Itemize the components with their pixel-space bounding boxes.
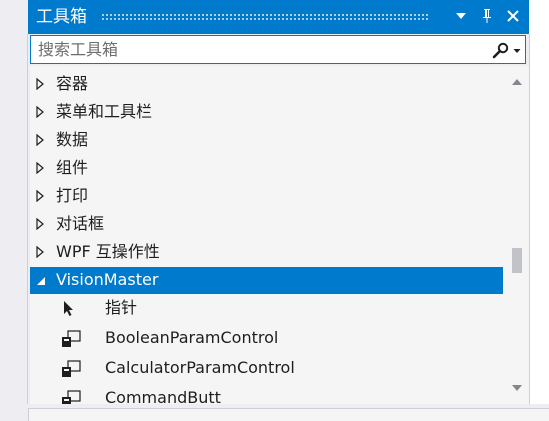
category-label: 数据 [56, 130, 89, 149]
drag-grip[interactable] [101, 13, 429, 20]
expand-arrow-icon [36, 218, 44, 230]
category-label: 组件 [56, 158, 89, 177]
control-icon [62, 390, 81, 404]
expand-arrow-icon [36, 246, 44, 258]
item-label: CalculatorParamControl [105, 358, 295, 377]
expand-arrow-icon [36, 78, 44, 90]
category-dialogs[interactable]: 对话框 [30, 211, 503, 238]
toolbox-item-booleanparamcontrol[interactable]: BooleanParamControl [30, 325, 503, 352]
vertical-scrollbar[interactable] [508, 66, 529, 404]
item-label: CommandButt [105, 388, 221, 404]
expand-arrow-icon [36, 162, 44, 174]
window-position-button[interactable] [450, 5, 472, 27]
search-button[interactable] [491, 42, 521, 60]
expand-arrow-icon [36, 134, 44, 146]
category-label: 对话框 [56, 214, 105, 233]
control-icon [62, 360, 81, 377]
divider [27, 34, 28, 404]
expand-arrow-icon [36, 190, 44, 202]
search-placeholder: 搜索工具箱 [38, 40, 119, 59]
category-label: WPF 互操作性 [56, 242, 160, 261]
toolbox-item-calculatorparamcontrol[interactable]: CalculatorParamControl [30, 355, 503, 382]
category-data[interactable]: 数据 [30, 127, 503, 154]
close-button[interactable] [502, 5, 524, 27]
toolbox-item-pointer[interactable]: 指针 [30, 295, 503, 322]
scrollbar-thumb[interactable] [512, 248, 522, 273]
auto-hide-button[interactable] [476, 5, 498, 27]
left-dock-strip [0, 0, 28, 420]
category-containers[interactable]: 容器 [30, 71, 503, 98]
category-label: 菜单和工具栏 [56, 102, 153, 121]
category-label: VisionMaster [56, 270, 159, 289]
category-components[interactable]: 组件 [30, 155, 503, 182]
collapse-arrow-icon [37, 277, 45, 285]
item-label: BooleanParamControl [105, 328, 279, 347]
toolbox-list[interactable]: 容器 菜单和工具栏 数据 组件 打印 对话框 WPF 互操作性 VisionMa… [30, 66, 529, 404]
category-printing[interactable]: 打印 [30, 183, 503, 210]
category-menus-toolbars[interactable]: 菜单和工具栏 [30, 99, 503, 126]
panel-title: 工具箱 [36, 7, 87, 27]
category-label: 容器 [56, 74, 89, 93]
item-label: 指针 [105, 298, 138, 317]
category-visionmaster[interactable]: VisionMaster [30, 267, 503, 294]
toolbox-item-commandbutton[interactable]: CommandButt [30, 385, 503, 404]
pointer-icon [64, 301, 73, 316]
search-toolbox-input[interactable]: 搜索工具箱 [30, 35, 526, 64]
divider [529, 34, 530, 404]
adjacent-panel-edge [28, 408, 549, 421]
expand-arrow-icon [36, 106, 44, 118]
category-label: 打印 [56, 186, 89, 205]
right-gutter [529, 0, 549, 420]
scroll-down-icon[interactable] [511, 384, 523, 392]
close-icon [507, 10, 519, 22]
category-wpf-interop[interactable]: WPF 互操作性 [30, 239, 503, 266]
toolbox-title-bar[interactable]: 工具箱 [28, 0, 529, 34]
pin-icon [483, 9, 491, 23]
bottom-dock-strip [0, 404, 549, 421]
dropdown-arrow-icon [456, 13, 466, 19]
search-icon [492, 42, 509, 59]
chevron-down-icon [513, 49, 521, 53]
control-icon [62, 330, 81, 347]
scroll-up-icon[interactable] [511, 78, 523, 86]
